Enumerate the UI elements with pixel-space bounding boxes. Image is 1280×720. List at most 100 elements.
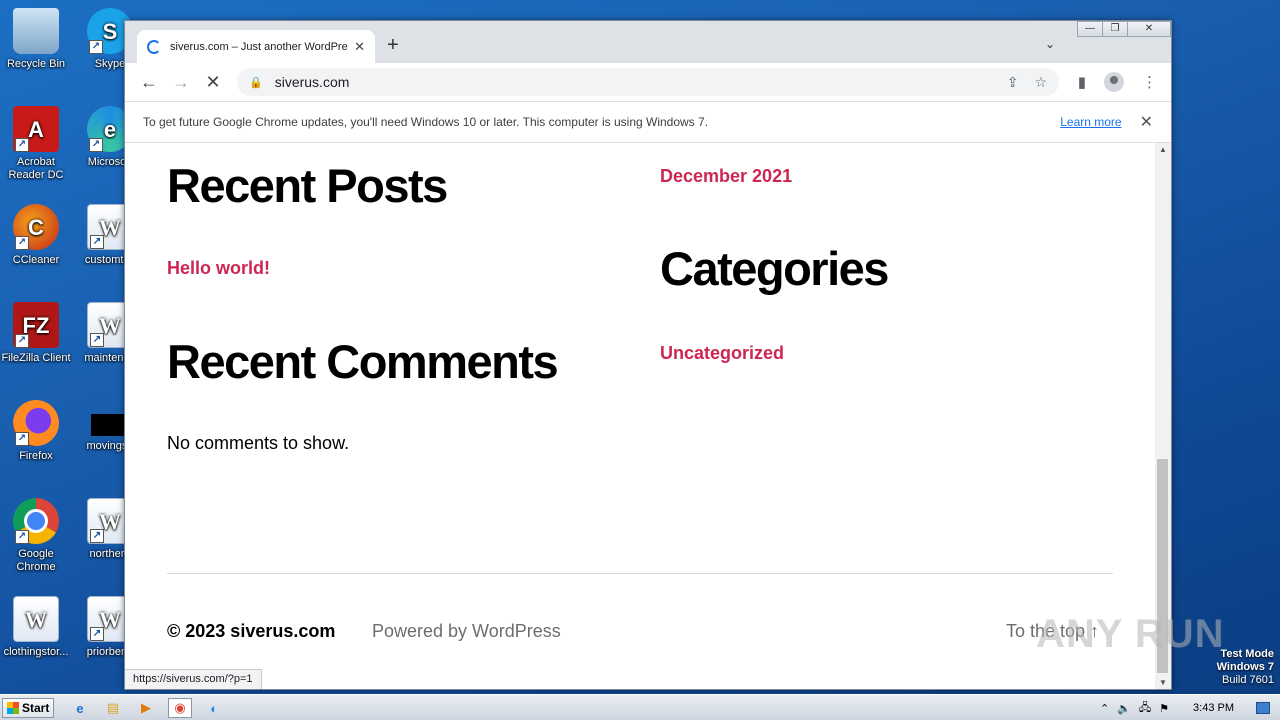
shortcut-arrow-icon: ↗ — [15, 530, 29, 544]
desktop-icon-ccleaner[interactable]: C ↗ CCleaner — [0, 204, 72, 267]
desktop-icon-acrobat[interactable]: A ↗ Acrobat Reader DC — [0, 106, 72, 182]
shortcut-arrow-icon: ↗ — [15, 432, 29, 446]
recycle-bin-icon — [13, 8, 59, 54]
chrome-taskbar-icon[interactable]: ◉ — [168, 698, 192, 718]
desktop-icon-recycle-bin[interactable]: Recycle Bin — [0, 8, 72, 71]
tray-chevron-icon[interactable]: ⌃ — [1100, 702, 1109, 715]
bookmark-star-icon[interactable]: ☆ — [1034, 74, 1047, 91]
lock-icon[interactable]: 🔒 — [249, 76, 263, 89]
browser-window: siverus.com – Just another WordPre ✕ + ⌄… — [124, 20, 1172, 690]
desktop-icon-label: Google Chrome — [16, 548, 56, 573]
page-scrollbar[interactable]: ▲ ▼ — [1155, 143, 1171, 689]
minimize-button[interactable]: — — [1077, 21, 1103, 37]
recent-posts-heading: Recent Posts — [167, 159, 448, 212]
desktop-icon-label: Firefox — [19, 450, 53, 462]
skype-glyph: S — [102, 18, 118, 44]
chrome-menu-icon[interactable]: ⋮ — [1142, 73, 1157, 91]
word-glyph: W — [99, 606, 121, 632]
update-infobar: To get future Google Chrome updates, you… — [125, 101, 1171, 143]
shortcut-arrow-icon: ↗ — [90, 235, 104, 249]
action-center-flag-icon[interactable]: ⚑ — [1159, 702, 1169, 715]
shortcut-arrow-icon: ↗ — [89, 138, 103, 152]
restore-button[interactable]: ❐ — [1102, 21, 1128, 37]
new-tab-button[interactable]: + — [387, 35, 399, 55]
system-tray: ⌃ 🔈 🖧 ⚑ 3:43 PM — [1100, 695, 1280, 720]
desktop-icon-clothingstor[interactable]: W clothingstor... — [0, 596, 72, 659]
scroll-up-icon[interactable]: ▲ — [1155, 145, 1171, 154]
browser-toolbar: ← → ✕ 🔒 siverus.com ⇪ ☆ ▮ ⋮ — [125, 63, 1171, 101]
media-player-icon[interactable]: ▶ — [134, 698, 158, 718]
word-glyph: W — [99, 312, 121, 338]
page-content: Recent Posts Hello world! Recent Comment… — [125, 143, 1155, 689]
category-link[interactable]: Uncategorized — [660, 343, 784, 364]
side-panel-icon[interactable]: ▮ — [1078, 73, 1086, 91]
tab-search-icon[interactable]: ⌄ — [1045, 37, 1055, 51]
anyrun-watermark: ANY RUN — [1036, 612, 1225, 656]
recent-comments-heading: Recent Comments — [167, 335, 559, 388]
stop-loading-button[interactable]: ✕ — [197, 72, 229, 93]
desktop-icon-label: Recycle Bin — [6, 58, 66, 70]
no-comments-text: No comments to show. — [167, 433, 350, 453]
ccleaner-glyph: C — [28, 214, 44, 240]
loading-spinner-icon — [147, 39, 161, 54]
firefox-icon: ↗ — [13, 400, 59, 446]
desktop-icon-label: CCleaner — [12, 254, 60, 266]
clock[interactable]: 3:43 PM — [1193, 702, 1234, 714]
address-bar[interactable]: 🔒 siverus.com ⇪ ☆ — [237, 68, 1059, 96]
start-button[interactable]: Start — [2, 698, 54, 718]
taskbar: Start e ▤ ▶ ◉ ◐ ⌃ 🔈 🖧 ⚑ 3:43 PM — [0, 694, 1280, 720]
chrome-icon: ↗ — [13, 498, 59, 544]
acrobat-icon: A ↗ — [13, 106, 59, 152]
shortcut-arrow-icon: ↗ — [90, 333, 104, 347]
profile-avatar-icon[interactable] — [1104, 72, 1124, 92]
browser-titlebar: siverus.com – Just another WordPre ✕ + ⌄… — [125, 21, 1171, 63]
desktop-icon-label: FileZilla Client — [1, 352, 71, 364]
recent-post-link[interactable]: Hello world! — [167, 258, 270, 279]
status-url-bubble: https://siverus.com/?p=1 — [125, 669, 262, 689]
forward-button[interactable]: → — [165, 72, 197, 93]
acrobat-glyph: A — [28, 116, 44, 142]
desktop-icon-label: Skype — [94, 58, 126, 70]
desktop-icon-firefox[interactable]: ↗ Firefox — [0, 400, 72, 463]
shortcut-arrow-icon: ↗ — [15, 236, 29, 250]
edge-glyph: e — [103, 116, 117, 142]
footer-powered-by[interactable]: Powered by WordPress — [372, 621, 561, 642]
filezilla-glyph: FZ — [22, 312, 50, 338]
show-desktop-icon[interactable] — [1256, 702, 1270, 714]
close-window-button[interactable]: ✕ — [1127, 21, 1171, 37]
shortcut-arrow-icon: ↗ — [90, 529, 104, 543]
ccleaner-icon: C ↗ — [13, 204, 59, 250]
explorer-folder-icon[interactable]: ▤ — [101, 698, 125, 718]
desktop-icon-google-chrome[interactable]: ↗ Google Chrome — [0, 498, 72, 574]
shortcut-arrow-icon: ↗ — [15, 138, 29, 152]
shortcut-arrow-icon: ↗ — [15, 334, 29, 348]
desktop-icon-label: Acrobat Reader DC — [8, 156, 64, 181]
browser-tab[interactable]: siverus.com – Just another WordPre ✕ — [137, 30, 375, 63]
windows-version-line: Windows 7 — [1216, 661, 1274, 673]
test-mode-line: Test Mode — [1220, 648, 1274, 660]
word-glyph: W — [25, 606, 47, 632]
internet-explorer-icon[interactable]: e — [68, 698, 92, 718]
back-button[interactable]: ← — [133, 72, 165, 93]
start-label: Start — [22, 701, 50, 715]
categories-heading: Categories — [660, 242, 889, 295]
footer-copyright[interactable]: © 2023 siverus.com — [167, 621, 335, 642]
desktop-icon-filezilla[interactable]: FZ ↗ FileZilla Client — [0, 302, 72, 365]
learn-more-link[interactable]: Learn more — [1060, 115, 1121, 129]
share-icon[interactable]: ⇪ — [1007, 74, 1019, 91]
tab-title: siverus.com – Just another WordPre — [170, 40, 348, 53]
word-glyph: W — [99, 508, 121, 534]
edge-taskbar-icon[interactable]: ◐ — [202, 698, 226, 718]
shortcut-arrow-icon: ↗ — [89, 40, 103, 54]
desktop-icon-label: clothingstor... — [3, 646, 69, 658]
shortcut-arrow-icon: ↗ — [90, 627, 104, 641]
volume-icon[interactable]: 🔈 — [1117, 702, 1131, 715]
network-icon[interactable]: 🖧 — [1139, 699, 1151, 718]
window-controls: — ❐ ✕ — [1077, 21, 1171, 37]
archive-link[interactable]: December 2021 — [660, 166, 792, 187]
tab-close-icon[interactable]: ✕ — [354, 39, 365, 55]
scroll-down-icon[interactable]: ▼ — [1155, 678, 1171, 687]
filezilla-icon: FZ ↗ — [13, 302, 59, 348]
infobar-close-icon[interactable]: ✕ — [1140, 112, 1153, 132]
word-glyph: W — [99, 214, 121, 240]
